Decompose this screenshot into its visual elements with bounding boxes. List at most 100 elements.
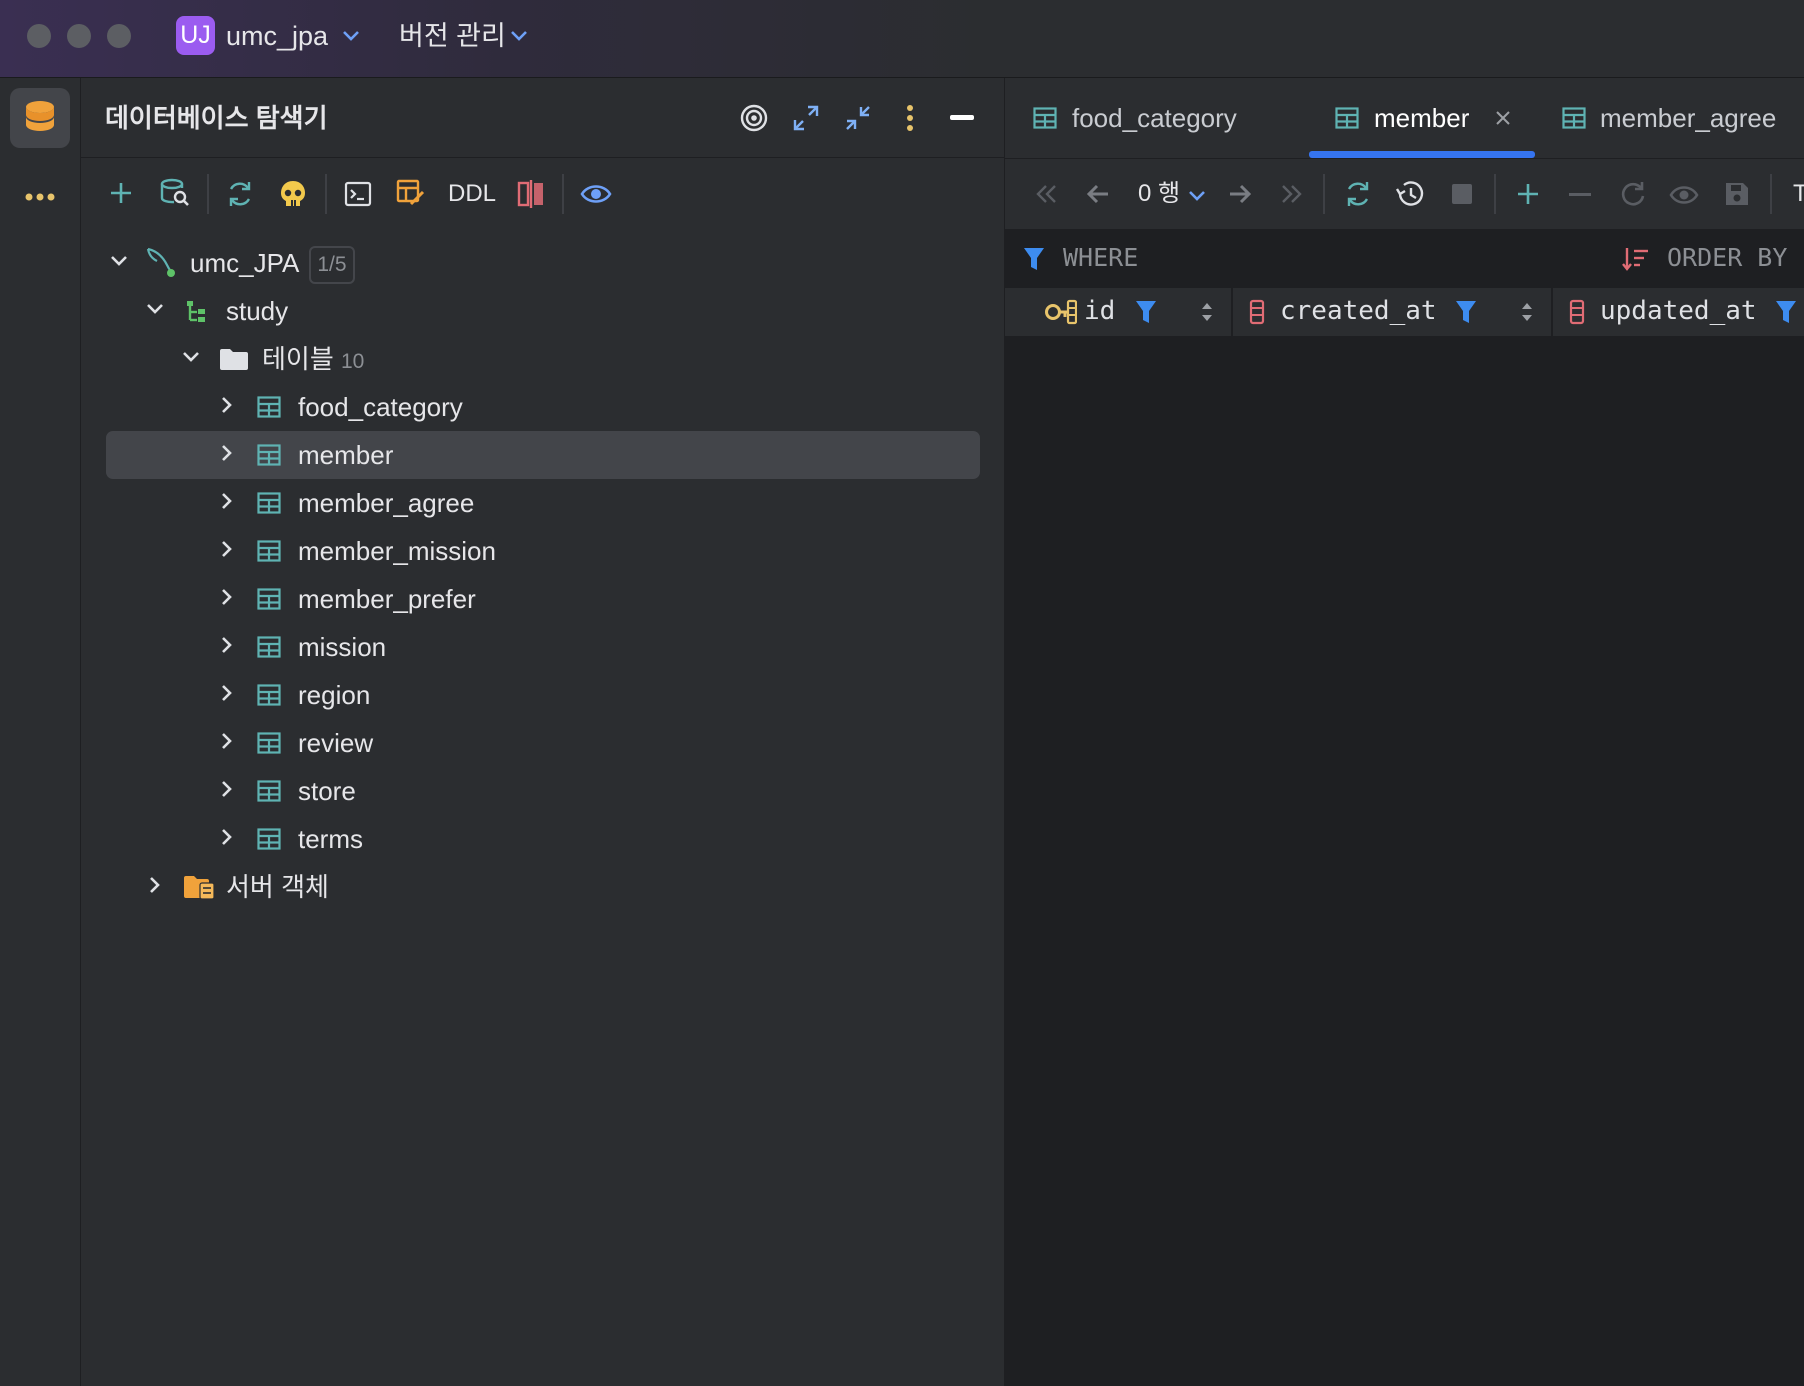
close-icon[interactable] [1495,110,1511,126]
tree-server-objects[interactable]: 서버 객체 [81,863,1004,911]
column-id[interactable]: id [1084,293,1115,329]
chevron-right-icon[interactable] [217,827,237,847]
table-icon [1562,107,1586,129]
sort-toggle-icon[interactable] [1201,301,1213,323]
table-name: member_prefer [298,584,476,614]
column-created-at[interactable]: created_at [1280,293,1437,329]
collapse-all-icon[interactable] [844,104,872,132]
window-close-button[interactable] [27,24,51,48]
revert-icon[interactable] [1620,181,1646,207]
previous-page-icon[interactable] [1086,183,1110,205]
chevron-right-icon[interactable] [145,875,165,895]
refresh-icon[interactable] [226,180,254,208]
sort-toggle-icon[interactable] [1521,301,1533,323]
history-icon[interactable] [1395,180,1425,208]
chevron-right-icon[interactable] [217,395,237,415]
chevron-down-icon[interactable] [109,251,129,271]
chevron-right-icon[interactable] [217,491,237,511]
stop-icon[interactable] [1451,183,1473,205]
row-count-selector[interactable]: 0 행 [1138,177,1180,211]
tree-table-item[interactable]: store [81,767,1004,815]
chevron-right-icon[interactable] [217,587,237,607]
divider [1770,174,1772,214]
panel-title: 데이터베이스 탐색기 [105,103,328,133]
preview-icon[interactable] [1669,184,1699,206]
delete-row-icon[interactable] [1569,192,1591,198]
table-name: mission [298,632,387,662]
chevron-right-icon[interactable] [217,635,237,655]
tree-table-item[interactable]: member_mission [81,527,1004,575]
chevron-right-icon[interactable] [217,443,237,463]
column-filter-icon[interactable] [1135,299,1157,325]
tree-schema[interactable]: study [81,287,1004,335]
add-icon[interactable] [109,181,133,205]
reload-icon[interactable] [1344,180,1372,208]
save-icon[interactable] [1724,181,1750,207]
connection-count-badge: 1/5 [309,246,355,285]
view-options-icon[interactable] [580,182,612,206]
tree-tables-folder[interactable]: 테이블 10 [81,335,1004,383]
edit-table-icon[interactable] [396,179,426,207]
tree-table-item[interactable]: mission [81,623,1004,671]
chevron-down-icon[interactable] [145,299,165,319]
where-filter-input[interactable]: WHERE [1063,243,1138,272]
expand-all-icon[interactable] [792,104,820,132]
last-page-icon[interactable] [1280,183,1304,205]
chevron-down-icon[interactable] [1188,189,1206,203]
project-name[interactable]: umc_jpa [226,18,328,54]
column-divider[interactable] [1231,288,1233,336]
chevron-down-icon[interactable] [181,347,201,367]
tab-food-category[interactable]: food_category [1072,100,1237,136]
more-tools-icon[interactable] [24,192,56,202]
chevron-right-icon[interactable] [217,539,237,559]
tree-table-item[interactable]: food_category [81,383,1004,431]
first-page-icon[interactable] [1034,183,1058,205]
tree-table-item[interactable]: review [81,719,1004,767]
tab-member[interactable]: member [1374,100,1469,136]
window-zoom-button[interactable] [107,24,131,48]
window-minimize-button[interactable] [67,24,91,48]
chevron-down-icon[interactable] [510,29,528,43]
tree-table-item[interactable]: terms [81,815,1004,863]
hide-panel-icon[interactable] [950,114,974,122]
divider [1323,174,1325,214]
chevron-right-icon[interactable] [217,731,237,751]
column-filter-icon[interactable] [1455,299,1477,325]
skull-icon[interactable] [279,179,307,209]
ddl-button[interactable]: DDL [448,177,496,211]
add-row-icon[interactable] [1516,182,1540,206]
next-page-icon[interactable] [1228,183,1252,205]
options-menu-icon[interactable] [905,104,915,132]
column-updated-at[interactable]: updated_at [1600,293,1757,329]
table-icon [257,636,281,658]
project-badge[interactable]: UJ [176,16,215,55]
tree-table-item[interactable]: member [81,431,1004,479]
column-icon [1569,299,1585,325]
tree-table-item[interactable]: member_prefer [81,575,1004,623]
compare-icon[interactable] [517,179,545,209]
chevron-right-icon[interactable] [217,683,237,703]
tree-table-item[interactable]: member_agree [81,479,1004,527]
chevron-down-icon[interactable] [342,29,360,43]
result-grid[interactable] [1005,337,1804,1386]
chevron-right-icon[interactable] [217,779,237,799]
vcs-menu[interactable]: 버전 관리 [399,18,506,54]
query-console-icon[interactable] [344,181,372,207]
tree-connection[interactable]: umc_JPA 1/5 [81,239,1004,287]
transaction-mode-label[interactable]: T [1793,177,1804,211]
order-by-input[interactable]: ORDER BY [1667,243,1787,272]
sort-icon [1622,248,1648,271]
divider [1494,174,1496,214]
table-icon [257,828,281,850]
tables-folder-label: 테이블 [262,344,334,374]
column-divider[interactable] [1551,288,1553,336]
table-icon [1335,107,1359,129]
data-source-properties-icon[interactable] [160,178,190,208]
locate-icon[interactable] [740,104,768,132]
table-name: member_mission [298,536,496,566]
table-name: terms [298,824,363,854]
table-name: store [298,776,356,806]
tab-member-agree[interactable]: member_agree [1600,100,1776,136]
column-filter-icon[interactable] [1775,299,1797,325]
tree-table-item[interactable]: region [81,671,1004,719]
